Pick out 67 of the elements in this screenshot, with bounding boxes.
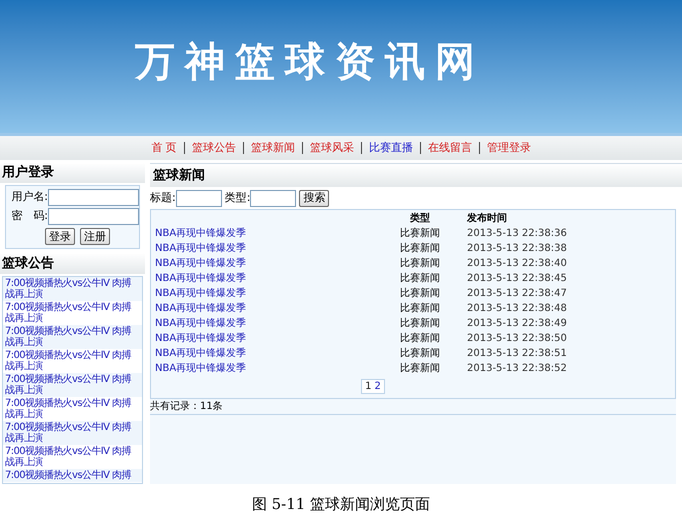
table-cell-text: 比赛新闻	[399, 272, 441, 286]
input-field[interactable]	[48, 189, 139, 206]
page-link[interactable]: 2	[374, 380, 381, 393]
table-cell-text: 比赛新闻	[399, 256, 441, 271]
news-title-link[interactable]: NBA再现中锋爆发季	[155, 348, 246, 359]
field-label: 用户名:	[10, 189, 48, 206]
news-title-link[interactable]: NBA再现中锋爆发季	[155, 288, 246, 299]
table-cell-text: 2013-5-13 22:38:40	[466, 257, 568, 271]
field-label: 标题:	[150, 190, 176, 206]
form-button[interactable]: 注册	[80, 228, 110, 245]
news-title-link[interactable]: NBA再现中锋爆发季	[155, 333, 246, 344]
search-button[interactable]: 搜索	[299, 190, 330, 206]
table-cell-text: 2013-5-13 22:38:45	[466, 272, 568, 286]
page-link[interactable]: 1	[365, 380, 372, 393]
table-cell-text: 比赛新闻	[399, 286, 441, 301]
news-title-link[interactable]: NBA再现中锋爆发季	[155, 303, 246, 314]
notice-link[interactable]: 7:00视频播热火vs公牛IV 肉搏战再上演	[5, 302, 140, 324]
news-title-link[interactable]: NBA再现中锋爆发季	[155, 258, 246, 269]
notice-link[interactable]: 7:00视频播热火vs公牛IV 肉搏战再上演	[5, 446, 140, 468]
nav-link[interactable]: 篮球公告	[192, 142, 236, 154]
field-label: 密 码:	[10, 208, 48, 224]
nav-link[interactable]: 篮球风采	[310, 142, 354, 154]
news-title-link[interactable]: NBA再现中锋爆发季	[155, 318, 246, 329]
table-cell-text: 2013-5-13 22:38:38	[466, 242, 568, 256]
news-title-link[interactable]: NBA再现中锋爆发季	[155, 243, 246, 254]
notice-link[interactable]: 7:00视频播热火vs公牛IV 肉搏战再上演	[5, 326, 140, 348]
news-heading: 篮球新闻	[150, 163, 682, 187]
notice-link[interactable]: 7:00视频播热火vs公牛IV 肉搏战再上演	[5, 278, 140, 300]
column-header: 发布时间	[466, 212, 508, 226]
table-cell-text: 2013-5-13 22:38:50	[466, 332, 568, 346]
nav-link[interactable]: 篮球新闻	[250, 142, 295, 154]
nav-link[interactable]: 在线留言	[428, 142, 472, 154]
input-field[interactable]	[250, 190, 296, 206]
table-cell-text: 比赛新闻	[399, 226, 441, 241]
table-cell-text: 比赛新闻	[399, 346, 441, 361]
table-cell-text: 2013-5-13 22:38:36	[466, 227, 568, 241]
field-label: 类型:	[224, 190, 250, 206]
notice-link[interactable]: 7:00视频播热火vs公牛IV 肉搏战再上演	[5, 350, 140, 372]
login-heading: 用户登录	[0, 163, 145, 183]
notice-link[interactable]: 7:00视频播热火vs公牛IV 肉搏战再上演	[5, 422, 140, 444]
column-header: 类型	[409, 212, 431, 226]
input-field[interactable]	[176, 190, 222, 206]
record-count: 共有记录：11条	[150, 399, 676, 415]
table-cell-text: 2013-5-13 22:38:47	[466, 287, 568, 301]
table-cell-text: 2013-5-13 22:38:52	[466, 362, 568, 376]
table-cell-text: 2013-5-13 22:38:51	[466, 347, 568, 361]
news-title-link[interactable]: NBA再现中锋爆发季	[155, 363, 246, 374]
table-cell-text: 比赛新闻	[399, 316, 441, 331]
news-title-link[interactable]: NBA再现中锋爆发季	[155, 273, 246, 284]
notice-link[interactable]: 7:00视频播热火vs公牛IV 肉搏战再上演	[5, 374, 140, 396]
table-cell-text: 比赛新闻	[399, 242, 441, 256]
figure-caption: 图 5-11 篮球新闻浏览页面	[250, 494, 432, 515]
table-cell-text: 比赛新闻	[399, 332, 441, 346]
notice-link[interactable]: 7:00视频播热火vs公牛IV 肉搏战再上演	[5, 398, 140, 420]
table-cell-text: 2013-5-13 22:38:49	[466, 317, 568, 331]
site-title: 万神篮球资讯网	[135, 38, 485, 86]
nav-link[interactable]: 管理登录	[486, 142, 531, 154]
nav-link[interactable]: 比赛直播	[368, 142, 413, 154]
news-title-link[interactable]: NBA再现中锋爆发季	[155, 228, 246, 239]
form-button[interactable]: 登录	[45, 228, 75, 245]
table-cell-text: 比赛新闻	[399, 302, 441, 316]
table-cell-text: 比赛新闻	[399, 362, 441, 376]
input-field[interactable]	[48, 208, 139, 225]
table-cell-text: 2013-5-13 22:38:48	[466, 302, 568, 316]
notice-heading: 篮球公告	[0, 253, 145, 274]
notice-link[interactable]: 7:00视频播热火vs公牛IV 肉搏	[5, 470, 140, 481]
nav-link[interactable]: 首 页	[151, 142, 177, 154]
